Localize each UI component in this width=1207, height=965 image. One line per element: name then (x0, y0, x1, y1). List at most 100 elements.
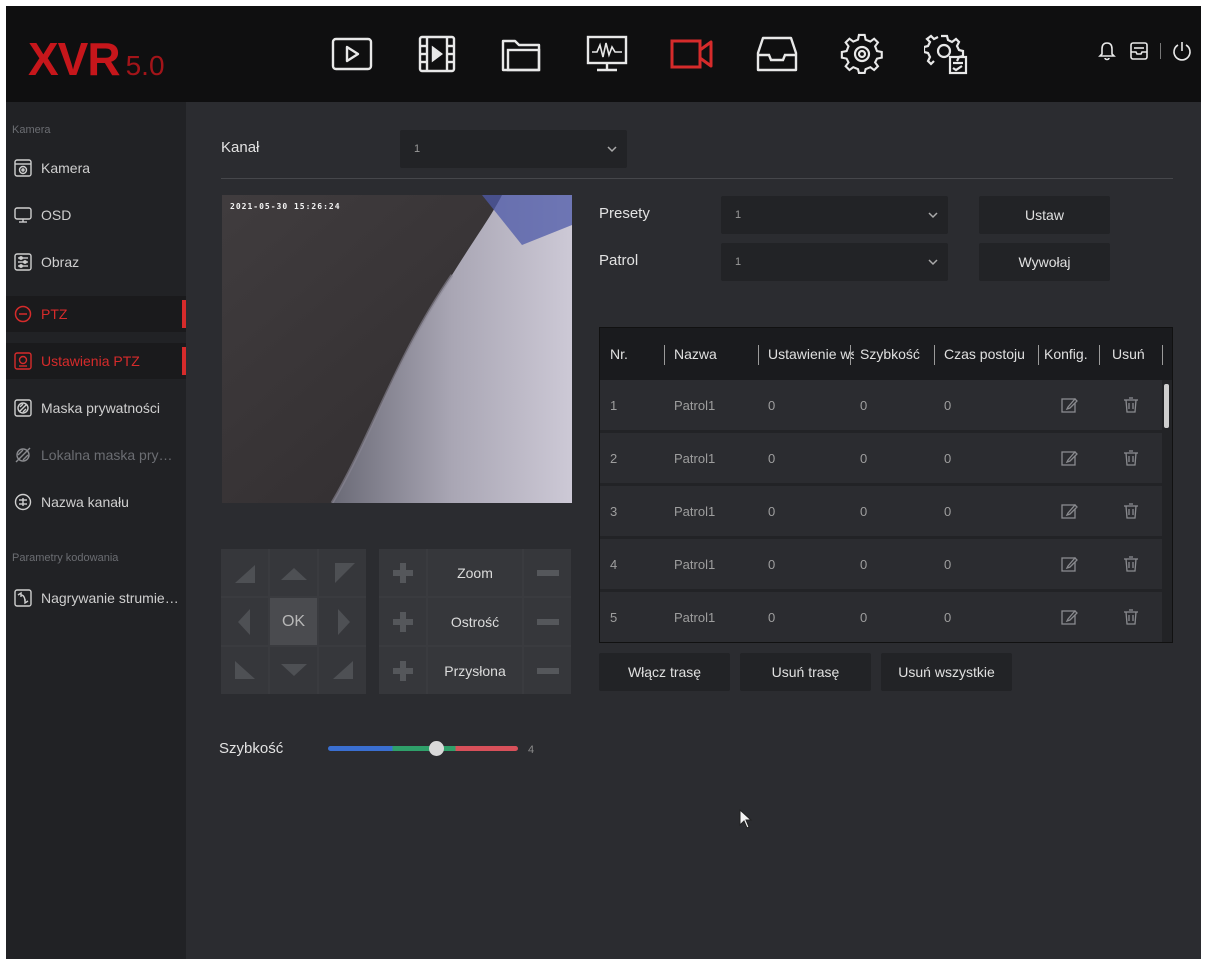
local-mask-icon (13, 445, 33, 465)
ptz-settings-icon (13, 351, 33, 371)
files-icon[interactable] (498, 32, 546, 76)
header-config: Konfig. (1044, 346, 1088, 362)
video-clip-icon[interactable] (413, 32, 461, 76)
row-dwell: 0 (944, 609, 952, 625)
divider (221, 178, 1173, 179)
ptz-right-button[interactable] (319, 598, 366, 645)
sidebar-item-label: Nagrywanie strumienia (41, 590, 181, 606)
logo-version: 5.0 (125, 50, 165, 81)
row-name: Patrol1 (674, 450, 716, 466)
sidebar-item-stream-recording[interactable]: Nagrywanie strumienia (6, 580, 186, 616)
row-name: Patrol1 (674, 397, 716, 413)
sidebar-item-label: Maska prywatności (41, 400, 161, 416)
table-row[interactable]: 4 Patrol1 0 0 0 (600, 539, 1162, 589)
table-scrollbar[interactable] (1164, 384, 1169, 428)
row-speed: 0 (860, 556, 868, 572)
xvr-screen: XVR 5.0 Kamera Kamera OSD Obraz PTZ Usta… (6, 6, 1201, 959)
iris-minus-button[interactable] (524, 647, 571, 694)
trash-icon[interactable] (1122, 592, 1140, 642)
settings-icon[interactable] (838, 32, 886, 76)
patrol-label: Patrol (599, 252, 639, 269)
delete-all-button[interactable]: Usuń wszystkie (881, 653, 1012, 691)
edit-icon[interactable] (1060, 433, 1078, 483)
sidebar-item-label: PTZ (41, 306, 68, 322)
sidebar-item-label: Obraz (41, 254, 80, 270)
table-row[interactable]: 2 Patrol1 0 0 0 (600, 433, 1162, 483)
ptz-left-button[interactable] (221, 598, 268, 645)
ptz-ok-button[interactable]: OK (270, 598, 317, 645)
ptz-down-button[interactable] (270, 647, 317, 694)
focus-minus-button[interactable] (524, 598, 571, 645)
edit-icon[interactable] (1060, 486, 1078, 536)
minus-icon (536, 618, 559, 625)
presets-select[interactable]: 1 (721, 196, 948, 234)
iris-label: Przysłona (428, 647, 522, 694)
iris-plus-button[interactable] (379, 647, 426, 694)
speed-slider-handle[interactable] (429, 741, 445, 756)
ptz-down-left-button[interactable] (221, 647, 268, 694)
ptz-down-right-button[interactable] (319, 647, 366, 694)
sidebar-item-osd[interactable]: OSD (6, 197, 186, 233)
ptz-up-button[interactable] (270, 549, 317, 596)
plus-icon (392, 611, 413, 632)
trash-icon[interactable] (1122, 486, 1140, 536)
row-speed: 0 (860, 609, 868, 625)
sidebar-item-privacy-mask[interactable]: Maska prywatności (6, 390, 186, 426)
sidebar-item-label: Kamera (41, 160, 91, 176)
minus-icon (536, 569, 559, 576)
row-speed: 0 (860, 397, 868, 413)
monitor-icon (13, 205, 33, 225)
call-preset-button[interactable]: Wywołaj (979, 243, 1110, 281)
edit-icon[interactable] (1060, 539, 1078, 589)
focus-label: Ostrość (428, 598, 522, 645)
row-dwell: 0 (944, 450, 952, 466)
system-settings-icon[interactable] (923, 32, 971, 76)
video-preview: 2021-05-30 15:26:24 (222, 195, 572, 503)
table-row[interactable]: 1 Patrol1 0 0 0 (600, 380, 1162, 430)
row-dwell: 0 (944, 503, 952, 519)
monitor-icon[interactable] (583, 32, 631, 76)
trash-icon[interactable] (1122, 433, 1140, 483)
table-row[interactable]: 3 Patrol1 0 0 0 (600, 486, 1162, 536)
trash-icon[interactable] (1122, 539, 1140, 589)
sidebar-item-ptz-settings[interactable]: Ustawienia PTZ (6, 343, 186, 379)
power-icon[interactable] (1171, 40, 1193, 62)
sidebar-item-ptz[interactable]: PTZ (6, 296, 186, 332)
minus-icon (536, 667, 559, 674)
sidebar: Kamera Kamera OSD Obraz PTZ Ustawienia P… (6, 102, 186, 959)
trash-icon[interactable] (1122, 380, 1140, 430)
zoom-label: Zoom (428, 549, 522, 596)
set-preset-button[interactable]: Ustaw (979, 196, 1110, 234)
table-row[interactable]: 5 Patrol1 0 0 0 (600, 592, 1162, 642)
patrol-select[interactable]: 1 (721, 243, 948, 281)
storage-icon[interactable] (753, 32, 801, 76)
playback-icon[interactable] (328, 32, 376, 76)
row-nr: 4 (610, 556, 618, 572)
header-separator (850, 345, 851, 365)
channel-select[interactable]: 1 (400, 130, 627, 168)
sidebar-item-kamera[interactable]: Kamera (6, 150, 186, 186)
ptz-up-right-button[interactable] (319, 549, 366, 596)
edit-icon[interactable] (1060, 380, 1078, 430)
sidebar-item-local-mask[interactable]: Lokalna maska prywat... (6, 437, 186, 473)
delete-route-button[interactable]: Usuń trasę (740, 653, 871, 691)
speed-label: Szybkość (219, 740, 284, 757)
privacy-mask-icon (13, 398, 33, 418)
ptz-up-left-button[interactable] (221, 549, 268, 596)
speed-slider[interactable] (328, 746, 518, 751)
focus-plus-button[interactable] (379, 598, 426, 645)
edit-icon[interactable] (1060, 592, 1078, 642)
enable-route-button[interactable]: Włącz trasę (599, 653, 730, 691)
zoom-in-button[interactable] (379, 549, 426, 596)
sidebar-item-channel-name[interactable]: Nazwa kanału (6, 484, 186, 520)
tray-icon[interactable] (1128, 40, 1150, 62)
camera-icon[interactable] (668, 32, 716, 76)
header-separator (1162, 345, 1163, 365)
bell-icon[interactable] (1096, 40, 1118, 62)
presets-select-value: 1 (735, 209, 742, 221)
channel-label: Kanał (221, 139, 260, 156)
zoom-out-button[interactable] (524, 549, 571, 596)
row-speed: 0 (860, 503, 868, 519)
sidebar-item-obraz[interactable]: Obraz (6, 244, 186, 280)
sidebar-item-label: Ustawienia PTZ (41, 353, 140, 369)
